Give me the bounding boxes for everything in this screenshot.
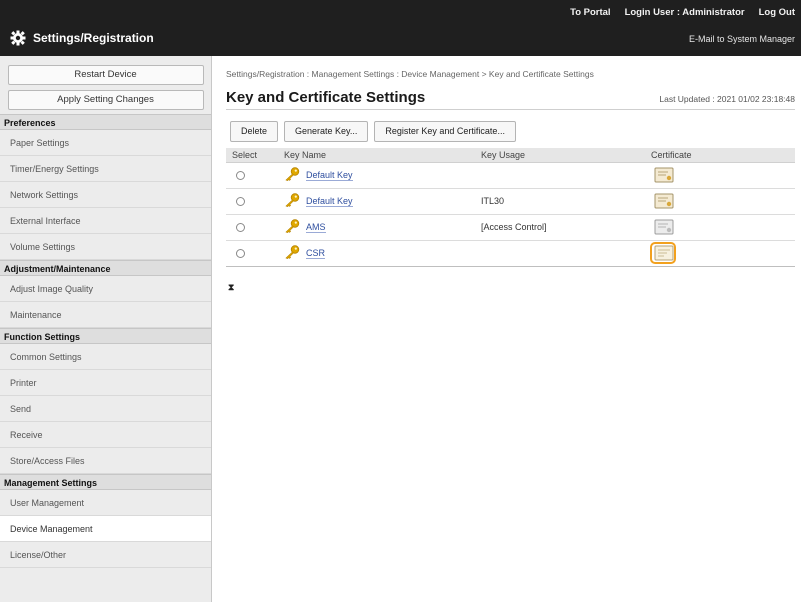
key-name-link[interactable]: CSR [306, 248, 326, 259]
restart-device-button[interactable]: Restart Device [7, 65, 204, 85]
column-header-certificate: Certificate [645, 148, 795, 163]
sidebar-section-adjustment-maintenance: Adjustment/Maintenance [0, 260, 211, 276]
sidebar: Restart Device Apply Setting Changes Pre… [0, 56, 212, 602]
email-system-manager-link[interactable]: E-Mail to System Manager [689, 34, 795, 44]
sidebar-item-timer-energy-settings[interactable]: Timer/Energy Settings [0, 156, 211, 182]
sidebar-item-store-access-files[interactable]: Store/Access Files [0, 448, 211, 474]
select-radio[interactable] [236, 249, 245, 259]
sidebar-section-management-settings: Management Settings [0, 474, 211, 490]
key-usage-cell: [Access Control] [475, 214, 645, 241]
key-name-link[interactable]: Default Key [306, 170, 353, 181]
key-name-link[interactable]: AMS [306, 222, 326, 233]
column-header-key-usage: Key Usage [475, 148, 645, 163]
certificate-icon [652, 193, 674, 209]
sidebar-item-user-management[interactable]: User Management [0, 490, 211, 516]
key-icon [284, 167, 300, 183]
sidebar-item-device-management[interactable]: Device Management [0, 516, 211, 542]
apply-setting-changes-button[interactable]: Apply Setting Changes [7, 90, 204, 110]
login-user-name: Administrator [682, 7, 745, 18]
app-title: Settings/Registration [10, 30, 154, 46]
certificate-icon [652, 219, 674, 235]
column-header-key-name: Key Name [278, 148, 475, 163]
to-portal-link[interactable]: To Portal [570, 7, 610, 18]
select-radio[interactable] [236, 171, 245, 181]
certificate-button[interactable] [650, 216, 676, 238]
sidebar-item-printer[interactable]: Printer [0, 370, 211, 396]
sidebar-item-adjust-image-quality[interactable]: Adjust Image Quality [0, 276, 211, 302]
key-icon [284, 245, 300, 261]
register-key-certificate-button[interactable]: Register Key and Certificate... [374, 121, 516, 142]
last-updated: Last Updated : 2021 01/02 23:18:48 [659, 94, 795, 104]
app-title-text: Settings/Registration [33, 31, 154, 45]
page-title: Key and Certificate Settings [226, 89, 426, 106]
breadcrumb: Settings/Registration : Management Setti… [226, 69, 594, 79]
top-header: To Portal Login User : Administrator Log… [0, 0, 801, 56]
certificate-icon [652, 167, 674, 183]
key-icon [284, 219, 300, 235]
header-links: To Portal Login User : Administrator Log… [570, 7, 795, 18]
key-usage-cell: ITL30 [475, 188, 645, 215]
main-content: Settings/Registration : Management Setti… [212, 56, 801, 602]
select-radio[interactable] [236, 223, 245, 233]
login-user: Login User : Administrator [625, 7, 745, 18]
certificate-request-icon [652, 245, 674, 261]
select-radio[interactable] [236, 197, 245, 207]
sidebar-item-maintenance[interactable]: Maintenance [0, 302, 211, 328]
table-row: Default Key ITL30 [226, 188, 795, 215]
key-usage-cell [475, 162, 645, 189]
sidebar-section-preferences: Preferences [0, 114, 211, 130]
table-row: AMS [Access Control] [226, 214, 795, 241]
sidebar-item-network-settings[interactable]: Network Settings [0, 182, 211, 208]
table-row: Default Key [226, 162, 795, 189]
certificate-button[interactable] [650, 190, 676, 212]
delete-button[interactable]: Delete [230, 121, 279, 142]
sidebar-item-external-interface[interactable]: External Interface [0, 208, 211, 234]
table-row: CSR [226, 240, 795, 267]
logout-link[interactable]: Log Out [759, 7, 795, 18]
sidebar-item-volume-settings[interactable]: Volume Settings [0, 234, 211, 260]
key-usage-cell [475, 240, 645, 267]
sidebar-item-receive[interactable]: Receive [0, 422, 211, 448]
sidebar-item-paper-settings[interactable]: Paper Settings [0, 130, 211, 156]
back-to-top-icon[interactable]: ⧗ [228, 282, 234, 293]
table-header-row: Select Key Name Key Usage Certificate [226, 148, 795, 163]
sidebar-section-function-settings: Function Settings [0, 328, 211, 344]
sidebar-item-common-settings[interactable]: Common Settings [0, 344, 211, 370]
column-header-select: Select [226, 148, 278, 163]
key-list-table: Select Key Name Key Usage Certificate De… [226, 148, 795, 267]
sidebar-item-license-other[interactable]: License/Other [0, 542, 211, 568]
toolbar: Delete Generate Key... Register Key and … [230, 121, 516, 142]
gear-icon [10, 30, 26, 46]
sidebar-item-send[interactable]: Send [0, 396, 211, 422]
certificate-button[interactable] [650, 164, 676, 186]
login-user-label: Login User : [624, 7, 680, 18]
generate-key-button[interactable]: Generate Key... [284, 121, 369, 142]
key-name-link[interactable]: Default Key [306, 196, 353, 207]
key-icon [284, 193, 300, 209]
certificate-request-button[interactable] [650, 242, 676, 264]
title-divider [226, 109, 795, 110]
